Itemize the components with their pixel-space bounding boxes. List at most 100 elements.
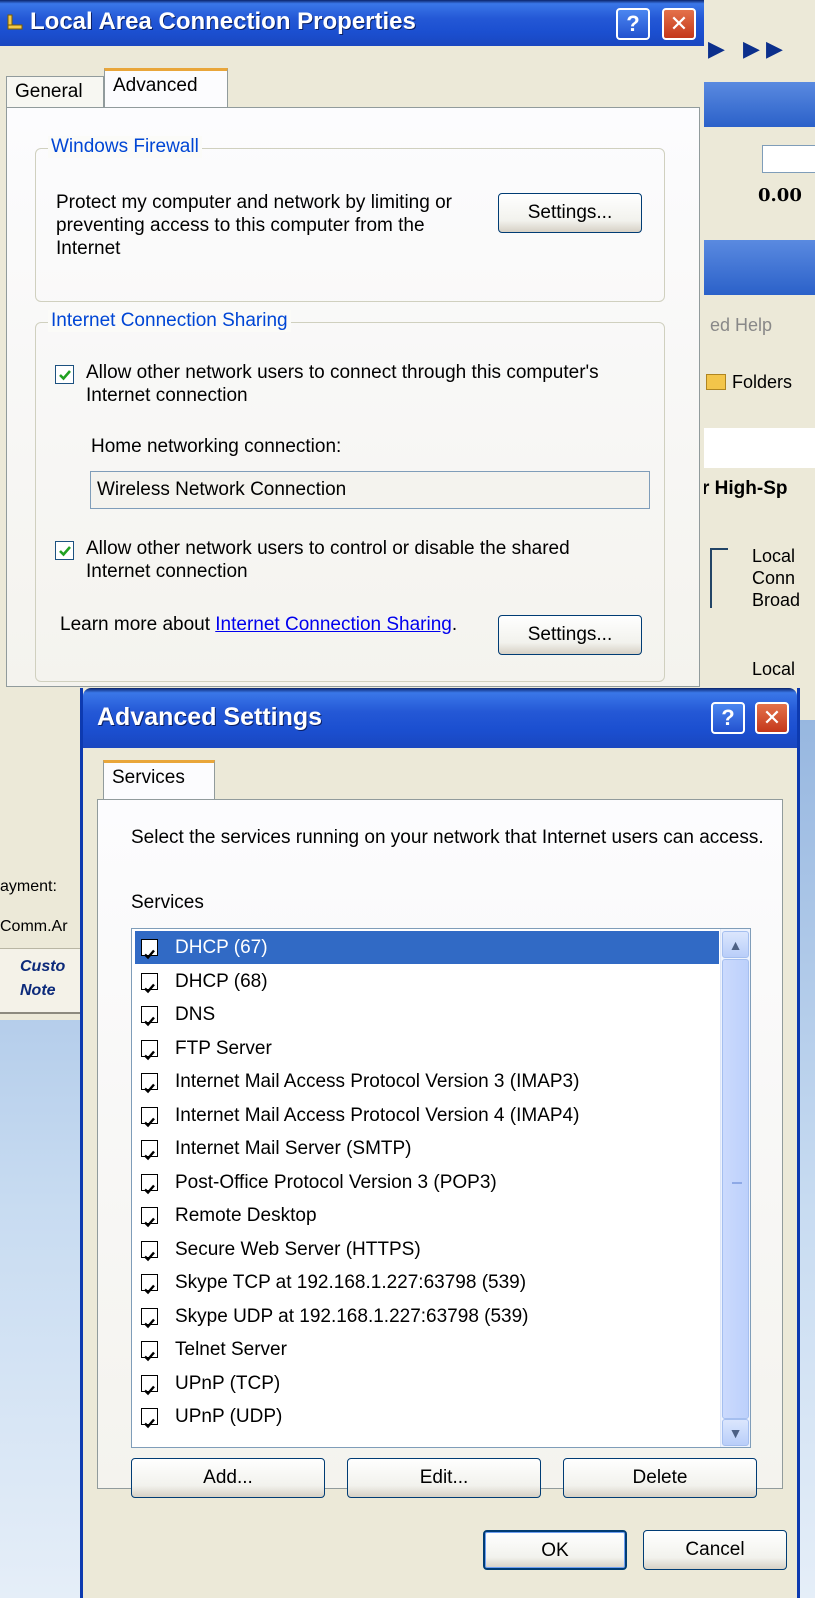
ics-settings-button[interactable]: Settings... — [498, 615, 642, 655]
background-field[interactable] — [762, 145, 815, 173]
service-label: Remote Desktop — [175, 1205, 317, 1226]
service-row[interactable]: Internet Mail Access Protocol Version 4 … — [135, 1099, 719, 1132]
background-text: Note — [20, 982, 56, 999]
checkmark-icon — [144, 1217, 155, 1228]
background-text: ayment: — [0, 878, 57, 895]
checkmark-icon — [144, 1117, 155, 1127]
service-label: UPnP (TCP) — [175, 1372, 281, 1394]
tab-general[interactable]: General — [6, 76, 104, 108]
checkmark-icon — [144, 1016, 155, 1027]
service-checkbox[interactable] — [141, 1307, 158, 1328]
background-heading: r High-Sp — [702, 478, 788, 499]
service-checkbox[interactable] — [141, 1073, 158, 1094]
ics-legend: Internet Connection Sharing — [48, 310, 291, 332]
service-row[interactable]: DHCP (68) — [135, 965, 719, 998]
close-button[interactable]: ✕ — [662, 8, 696, 40]
service-row[interactable]: Internet Mail Access Protocol Version 3 … — [135, 1065, 719, 1098]
network-icon — [7, 14, 23, 30]
firewall-group: Windows Firewall Protect my computer and… — [35, 136, 665, 302]
service-row[interactable]: Secure Web Server (HTTPS) — [135, 1233, 719, 1266]
help-button[interactable]: ? — [711, 702, 745, 734]
background-item[interactable]: Local Conn Broad — [752, 545, 800, 611]
service-label: Skype UDP at 192.168.1.227:63798 (539) — [175, 1305, 529, 1327]
service-checkbox[interactable] — [141, 939, 158, 960]
close-button[interactable]: ✕ — [755, 702, 789, 734]
scroll-up-icon[interactable]: ▲ — [722, 931, 749, 958]
background-band — [700, 82, 815, 127]
scroll-down-icon[interactable]: ▼ — [722, 1419, 749, 1446]
service-label: DHCP (68) — [175, 970, 268, 992]
service-checkbox[interactable] — [141, 1274, 158, 1295]
service-label: DNS — [175, 1004, 216, 1025]
home-network-field[interactable]: Wireless Network Connection — [90, 471, 650, 509]
checkmark-icon — [144, 1184, 155, 1194]
service-row[interactable]: Post-Office Protocol Version 3 (POP3) — [135, 1166, 719, 1199]
learn-more-text: Learn more about Internet Connection Sha… — [60, 614, 458, 635]
background-text: Custo — [20, 958, 66, 975]
folders-button[interactable]: Folders — [706, 372, 792, 393]
service-label: Skype TCP at 192.168.1.227:63798 (539) — [175, 1272, 527, 1293]
background-address — [700, 428, 815, 468]
checkmark-icon — [59, 370, 71, 381]
ics-group: Internet Connection Sharing Allow other … — [35, 310, 665, 682]
media-controls-icon[interactable]: ▶ ▶▶ — [708, 36, 789, 62]
grip-icon — [732, 1182, 742, 1184]
background-menu[interactable]: ed Help — [710, 315, 772, 336]
service-checkbox[interactable] — [141, 1341, 158, 1362]
service-row[interactable]: Internet Mail Server (SMTP) — [135, 1132, 719, 1165]
allow-connect-label[interactable]: Allow other network users to connect thr… — [86, 361, 606, 407]
service-label: Telnet Server — [175, 1339, 287, 1360]
service-row[interactable]: UPnP (UDP) — [135, 1400, 719, 1433]
allow-control-label[interactable]: Allow other network users to control or … — [86, 537, 606, 583]
services-scrollbar[interactable]: ▲ ▼ — [720, 929, 750, 1447]
firewall-description: Protect my computer and network by limit… — [56, 192, 452, 259]
advanced-title-bar[interactable]: Advanced Settings ? ✕ — [83, 688, 797, 748]
service-row[interactable]: Skype UDP at 192.168.1.227:63798 (539) — [135, 1300, 719, 1333]
service-label: UPnP (UDP) — [175, 1406, 283, 1427]
tree-line — [710, 548, 728, 608]
tab-services[interactable]: Services — [103, 760, 215, 800]
services-list[interactable]: DHCP (67) DHCP (68) DNS FTP Server Internet … — [131, 928, 751, 1448]
service-checkbox[interactable] — [141, 1006, 158, 1027]
checkmark-icon — [144, 1284, 155, 1295]
delete-button[interactable]: Delete — [563, 1458, 757, 1498]
service-checkbox[interactable] — [141, 1408, 158, 1429]
background-item[interactable]: Local — [752, 658, 795, 680]
service-checkbox[interactable] — [141, 1240, 158, 1261]
service-checkbox[interactable] — [141, 1039, 158, 1060]
service-row[interactable]: DHCP (67) — [135, 931, 719, 964]
checkmark-icon — [59, 546, 71, 557]
service-row[interactable]: Telnet Server — [135, 1333, 719, 1366]
service-checkbox[interactable] — [141, 1140, 158, 1161]
service-row[interactable]: Remote Desktop — [135, 1199, 719, 1232]
edit-button[interactable]: Edit... — [347, 1458, 541, 1498]
tab-advanced[interactable]: Advanced — [104, 68, 228, 109]
service-row[interactable]: UPnP (TCP) — [135, 1367, 719, 1400]
allow-control-checkbox[interactable] — [55, 541, 74, 560]
properties-title-bar[interactable]: Local Area Connection Properties ? ✕ — [0, 0, 704, 46]
checkmark-icon — [144, 1351, 155, 1362]
allow-connect-checkbox[interactable] — [55, 365, 74, 384]
background-window: ▶ ▶▶ 0.00 ed Help Folders r High-Sp Loca… — [700, 0, 815, 720]
firewall-settings-button[interactable]: Settings... — [498, 193, 642, 233]
folder-icon — [706, 374, 726, 390]
firewall-legend: Windows Firewall — [48, 136, 202, 158]
ok-button[interactable]: OK — [483, 1530, 627, 1570]
cancel-button[interactable]: Cancel — [643, 1530, 787, 1570]
service-row[interactable]: FTP Server — [135, 1032, 719, 1065]
advanced-settings-dialog: Advanced Settings ? ✕ Services Select th… — [80, 688, 800, 1598]
checkmark-icon — [144, 1385, 155, 1395]
service-checkbox[interactable] — [141, 1207, 158, 1228]
service-row[interactable]: DNS — [135, 998, 719, 1031]
service-checkbox[interactable] — [141, 1106, 158, 1127]
service-row[interactable]: Skype TCP at 192.168.1.227:63798 (539) — [135, 1266, 719, 1299]
help-button[interactable]: ? — [616, 8, 650, 40]
background-value: 0.00 — [758, 185, 802, 206]
service-checkbox[interactable] — [141, 1173, 158, 1194]
scroll-thumb[interactable] — [722, 959, 749, 1419]
ics-help-link[interactable]: Internet Connection Sharing — [215, 614, 452, 635]
service-checkbox[interactable] — [141, 972, 158, 993]
add-button[interactable]: Add... — [131, 1458, 325, 1498]
service-checkbox[interactable] — [141, 1374, 158, 1395]
services-instructions: Select the services running on your netw… — [131, 827, 764, 848]
